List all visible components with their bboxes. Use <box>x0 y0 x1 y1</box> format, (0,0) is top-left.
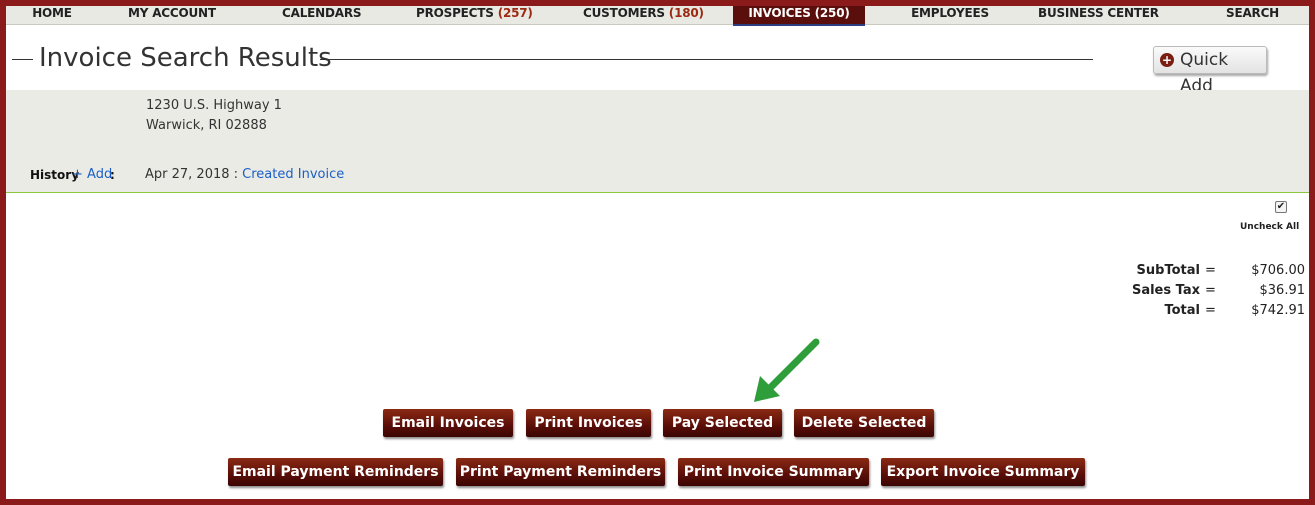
invoice-info-panel: 1230 U.S. Highway 1 Warwick, RI 02888 Hi… <box>6 90 1309 193</box>
nav-search-label: SEARCH <box>1226 6 1280 20</box>
nav-calendars-label: CALENDARS <box>282 6 362 20</box>
nav-home[interactable]: HOME <box>32 6 72 24</box>
nav-prospects-count: (257) <box>497 6 533 20</box>
history-date: Apr 27, 2018 : <box>145 167 239 182</box>
subtotal-label: SubTotal <box>1136 263 1200 278</box>
nav-employees[interactable]: EMPLOYEES <box>910 6 990 24</box>
title-divider-right <box>320 59 1093 60</box>
nav-customers-label: CUSTOMERS <box>583 6 665 20</box>
export-invoice-summary-button[interactable]: Export Invoice Summary <box>881 458 1085 486</box>
history-colon: : <box>110 168 115 182</box>
quick-add-button[interactable]: + Quick Add <box>1153 46 1267 96</box>
address-line2: Warwick, RI 02888 <box>146 118 267 133</box>
email-invoices-button[interactable]: Email Invoices <box>383 409 513 437</box>
nav-prospects-label: PROSPECTS <box>416 6 494 20</box>
total-value: $742.91 <box>1251 303 1305 318</box>
page-title: Invoice Search Results <box>39 43 332 73</box>
nav-customers-count: (180) <box>668 6 704 20</box>
nav-search[interactable]: SEARCH <box>1226 6 1280 24</box>
nav-my-account[interactable]: MY ACCOUNT <box>128 6 216 24</box>
total-label: Total <box>1164 303 1200 318</box>
sales-tax-label: Sales Tax <box>1131 283 1200 298</box>
nav-customers[interactable]: CUSTOMERS (180) <box>583 6 704 24</box>
history-event-link[interactable]: Created Invoice <box>242 167 344 182</box>
annotation-arrow-icon <box>754 338 820 402</box>
pay-selected-button[interactable]: Pay Selected <box>663 409 782 437</box>
nav-prospects[interactable]: PROSPECTS (257) <box>416 6 533 24</box>
nav-employees-label: EMPLOYEES <box>911 6 989 20</box>
nav-invoices-label: INVOICES <box>748 6 811 20</box>
nav-business-center[interactable]: BUSINESS CENTER <box>1038 6 1159 24</box>
app-frame: HOME MY ACCOUNT CALENDARS PROSPECTS (257… <box>6 6 1309 499</box>
plus-circle-icon: + <box>1160 53 1174 67</box>
email-payment-reminders-button[interactable]: Email Payment Reminders <box>228 458 443 486</box>
subtotal-value: $706.00 <box>1251 263 1305 278</box>
history-entry: Apr 27, 2018 : Created Invoice <box>145 167 344 182</box>
nav-business-center-label: BUSINESS CENTER <box>1038 6 1159 20</box>
uncheck-all-label: Uncheck All <box>1240 222 1300 232</box>
nav-my-account-label: MY ACCOUNT <box>128 6 216 20</box>
sales-tax-value: $36.91 <box>1259 283 1306 298</box>
nav-invoices[interactable]: INVOICES (250) <box>733 6 865 26</box>
print-invoice-summary-button[interactable]: Print Invoice Summary <box>678 458 869 486</box>
main-nav: HOME MY ACCOUNT CALENDARS PROSPECTS (257… <box>6 6 1309 26</box>
nav-home-label: HOME <box>32 6 72 20</box>
address-line1: 1230 U.S. Highway 1 <box>146 98 282 113</box>
history-add-link[interactable]: + Add <box>72 167 112 182</box>
nav-invoices-count: (250) <box>814 6 850 20</box>
title-divider-left <box>12 59 33 60</box>
uncheck-all-checkbox[interactable]: ✔ <box>1275 201 1287 213</box>
print-payment-reminders-button[interactable]: Print Payment Reminders <box>456 458 665 486</box>
delete-selected-button[interactable]: Delete Selected <box>794 409 934 437</box>
nav-calendars[interactable]: CALENDARS <box>282 6 362 24</box>
print-invoices-button[interactable]: Print Invoices <box>526 409 651 437</box>
